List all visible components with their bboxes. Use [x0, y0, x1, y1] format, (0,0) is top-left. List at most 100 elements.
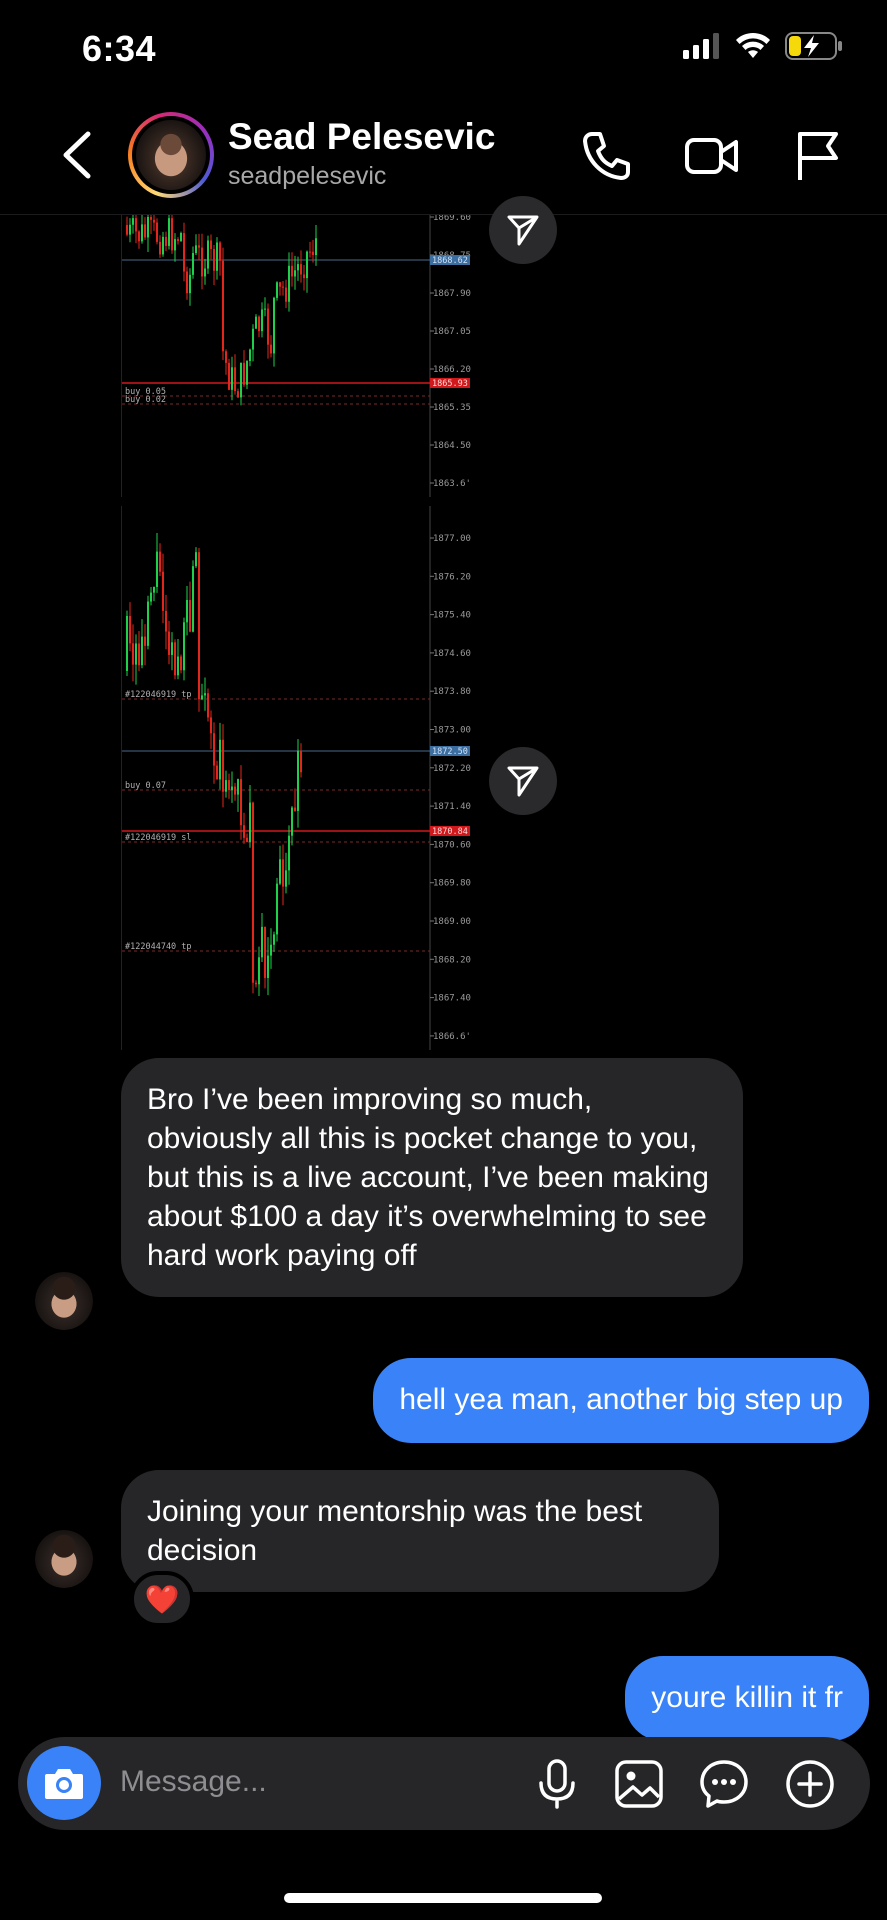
candle-body	[162, 236, 164, 255]
message-bubble-outgoing[interactable]: youre killin it fr	[625, 1656, 869, 1741]
camera-icon	[45, 1769, 83, 1799]
candle-body	[288, 265, 290, 302]
candle-body	[225, 351, 227, 363]
message-bubble-outgoing[interactable]: hell yea man, another big step up	[373, 1358, 869, 1443]
candle-body	[243, 362, 245, 385]
candle-body	[201, 695, 203, 700]
candle-body	[126, 615, 128, 671]
price-axis-label: 1866.6'	[433, 1032, 471, 1042]
camera-button[interactable]	[27, 1746, 101, 1820]
candle-body	[129, 224, 131, 235]
flag-icon[interactable]	[790, 128, 846, 184]
candle-body	[219, 242, 221, 261]
candle-body	[225, 780, 227, 792]
candle-body	[228, 362, 230, 390]
candle-body	[234, 367, 236, 392]
candle-body	[237, 391, 239, 398]
candle-body	[132, 643, 134, 665]
candle-body	[282, 286, 284, 288]
forward-button[interactable]	[489, 747, 557, 815]
candle-body	[213, 733, 215, 766]
heart-reaction[interactable]: ❤️	[130, 1571, 194, 1627]
candle-body	[147, 217, 149, 238]
candle-body	[138, 643, 140, 666]
microphone-icon[interactable]	[530, 1757, 584, 1811]
sender-avatar[interactable]	[35, 1272, 93, 1330]
candle-body	[189, 274, 191, 294]
price-axis-label: 1869.60	[433, 215, 471, 223]
profile-avatar[interactable]	[128, 112, 214, 198]
candle-body	[219, 739, 221, 780]
candle-body	[252, 328, 254, 350]
current-price-label: 1872.50	[432, 747, 468, 757]
candle-body	[276, 282, 278, 298]
candle-body	[279, 282, 281, 287]
candle-body	[276, 883, 278, 935]
avatar-image	[136, 120, 206, 190]
candle-body	[231, 367, 233, 390]
order-label: #122046919 tp	[125, 690, 192, 700]
candle-body	[195, 245, 197, 254]
candle-body	[297, 264, 299, 271]
candle-body	[246, 360, 248, 385]
candle-body	[243, 825, 245, 838]
forward-button[interactable]	[489, 196, 557, 264]
message-bubble-incoming[interactable]: Joining your mentorship was the best dec…	[121, 1470, 719, 1592]
candle-body	[147, 601, 149, 646]
status-icons	[683, 32, 843, 60]
candle-body	[285, 287, 287, 302]
candle-body	[150, 592, 152, 602]
candle-body	[141, 636, 143, 666]
candle-body	[153, 587, 155, 593]
gallery-icon[interactable]	[612, 1757, 666, 1811]
candle-body	[177, 239, 179, 242]
price-axis-label: 1874.60	[433, 649, 471, 659]
candle-body	[198, 552, 200, 700]
candle-body	[168, 631, 170, 655]
price-axis-label: 1877.00	[433, 534, 471, 544]
candle-body	[264, 308, 266, 310]
candle-body	[246, 837, 248, 842]
candle-body	[186, 599, 188, 623]
candle-body	[174, 642, 176, 676]
candle-body	[210, 240, 212, 250]
message-input[interactable]: Message...	[120, 1765, 267, 1799]
order-price-label: 1865.93	[432, 379, 468, 389]
sticker-icon[interactable]	[697, 1757, 751, 1811]
candle-body	[222, 739, 224, 792]
candle-body	[270, 344, 272, 354]
price-axis-label: 1873.00	[433, 726, 471, 736]
candle-body	[294, 270, 296, 277]
plus-icon[interactable]	[783, 1757, 837, 1811]
cellular-signal-icon	[683, 33, 719, 59]
candle-body	[273, 297, 275, 354]
contact-username[interactable]: seadpelesevic	[228, 162, 386, 191]
candle-body	[315, 238, 317, 256]
price-axis-label: 1876.20	[433, 572, 471, 582]
back-chevron-icon[interactable]	[60, 130, 94, 180]
price-axis-label: 1868.20	[433, 955, 471, 965]
candle-body	[174, 239, 176, 251]
phone-icon[interactable]	[578, 128, 634, 184]
send-icon	[507, 215, 539, 246]
candle-body	[177, 656, 179, 676]
candle-body	[165, 236, 167, 246]
candle-body	[180, 656, 182, 671]
contact-name[interactable]: Sead Pelesevic	[228, 116, 495, 158]
candle-body	[258, 316, 260, 332]
trade-chart-image-2[interactable]: 1877.00 1876.20 1875.40 1874.60 1873.80 1873.…	[121, 506, 473, 1050]
order-label: #122044740 tp	[125, 942, 192, 952]
message-bubble-incoming[interactable]: Bro I’ve been improving so much, obvious…	[121, 1058, 743, 1297]
candle-body	[192, 253, 194, 275]
trade-chart-image-1[interactable]: 1869.601868.751867.901867.051866.201865.…	[121, 215, 473, 497]
price-axis-label: 1872.20	[433, 764, 471, 774]
candle-body	[144, 224, 146, 238]
battery-charging-icon	[785, 32, 842, 60]
candle-body	[126, 225, 128, 235]
send-icon	[507, 766, 539, 797]
candle-body	[189, 599, 191, 632]
candle-body	[204, 693, 206, 696]
order-label: #122046919 sl	[125, 833, 192, 843]
sender-avatar[interactable]	[35, 1530, 93, 1588]
video-icon[interactable]	[684, 128, 740, 184]
